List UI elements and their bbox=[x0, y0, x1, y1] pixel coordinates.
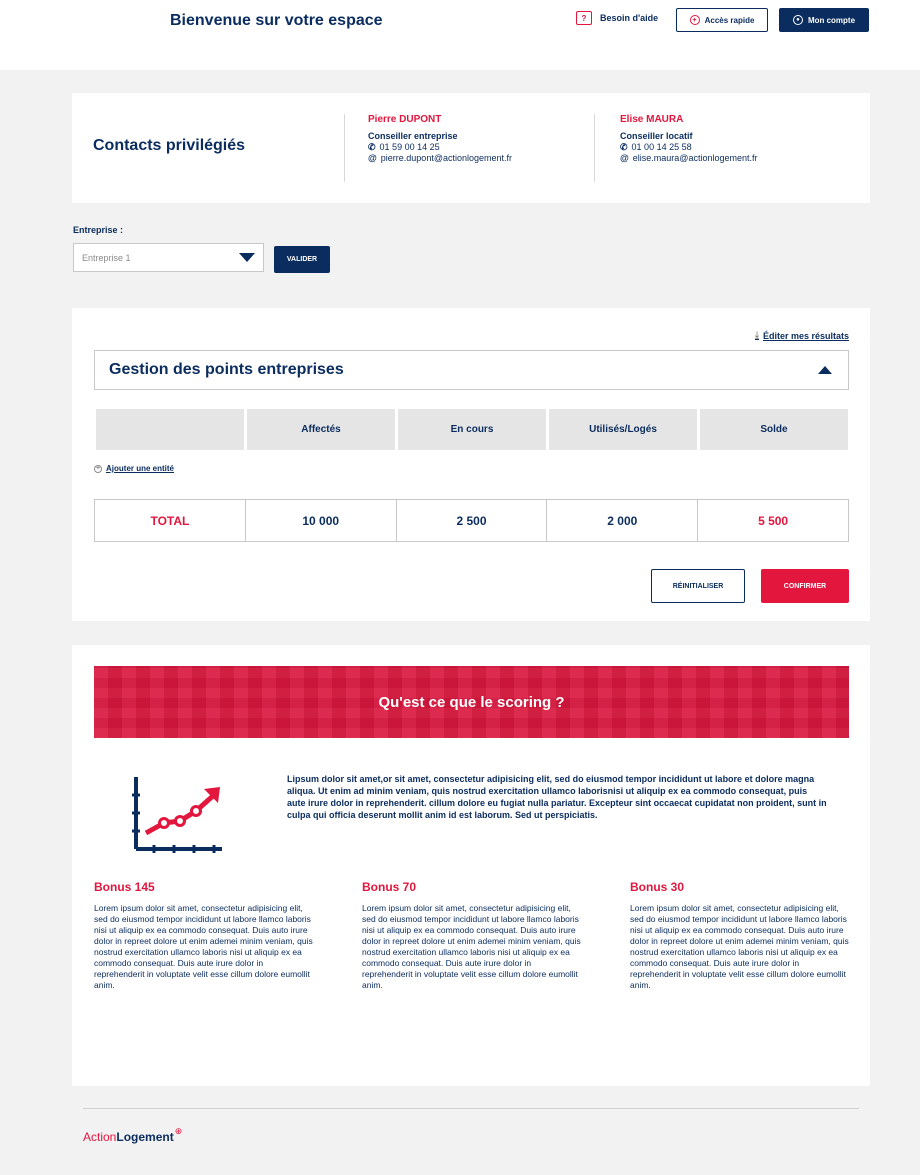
scoring-card: Qu'est ce que le scoring ? Lipsum dolor … bbox=[72, 645, 870, 1086]
total-row: TOTAL 10 000 2 500 2 000 5 500 bbox=[94, 499, 849, 542]
contact-email[interactable]: elise.maura@actionlogement.fr bbox=[633, 153, 758, 164]
confirm-button[interactable]: CONFIRMER bbox=[761, 569, 849, 603]
welcome-title: Bienvenue sur votre espace bbox=[170, 12, 383, 29]
bonus-text: Lorem ipsum dolor sit amet, consectetur … bbox=[94, 903, 313, 990]
total-label: TOTAL bbox=[95, 500, 246, 541]
edit-results-link[interactable]: ⤓ Éditer mes résultats bbox=[755, 330, 849, 341]
plus-circle-icon: + bbox=[94, 464, 102, 473]
bonus-text: Lorem ipsum dolor sit amet, consectetur … bbox=[362, 903, 581, 990]
contact-email[interactable]: pierre.dupont@actionlogement.fr bbox=[381, 153, 512, 164]
scoring-intro-text: Lipsum dolor sit amet,or sit amet, conse… bbox=[287, 774, 827, 820]
download-icon: ⤓ bbox=[754, 330, 759, 340]
footer-divider bbox=[83, 1108, 859, 1109]
at-icon: @ bbox=[620, 153, 629, 163]
total-solde: 5 500 bbox=[758, 513, 789, 528]
contact-phone-row: ✆ 01 00 14 25 58 bbox=[620, 142, 757, 153]
help-link[interactable]: ? Besoin d'aide bbox=[576, 11, 658, 25]
contact-email-row[interactable]: @ pierre.dupont@actionlogement.fr bbox=[368, 153, 512, 164]
help-icon: ? bbox=[576, 11, 592, 25]
add-entity-label: Ajouter une entité bbox=[106, 464, 175, 473]
column-header-en-cours: En cours bbox=[398, 409, 546, 450]
plus-circle-icon: + bbox=[689, 15, 700, 25]
bonus-title: Bonus 145 bbox=[94, 880, 155, 894]
scoring-banner-title: Qu'est ce que le scoring ? bbox=[378, 693, 565, 711]
bonus-block: Bonus 70 Lorem ipsum dolor sit amet, con… bbox=[362, 880, 582, 991]
logo-mark-icon: ⊕ bbox=[174, 1126, 183, 1136]
total-en-cours: 2 500 bbox=[397, 500, 548, 541]
contacts-title: Contacts privilégiés bbox=[93, 137, 246, 154]
edit-results-label: Éditer mes résultats bbox=[762, 330, 849, 341]
gestion-title: Gestion des points entreprises bbox=[109, 361, 344, 378]
contacts-card: Contacts privilégiés Pierre DUPONT Conse… bbox=[72, 93, 870, 203]
my-account-label: Mon compte bbox=[807, 15, 856, 25]
bonus-text: Lorem ipsum dolor sit amet, consectetur … bbox=[630, 903, 849, 990]
total-utilises: 2 000 bbox=[547, 500, 699, 541]
chevron-up-icon bbox=[818, 366, 832, 374]
entreprise-selected-value: Entreprise 1 bbox=[82, 252, 131, 263]
divider bbox=[594, 114, 595, 182]
column-header bbox=[96, 409, 244, 450]
chevron-down-icon bbox=[239, 253, 255, 262]
logo-text-logement: Logement bbox=[116, 1130, 174, 1144]
total-affectes: 10 000 bbox=[246, 500, 397, 541]
quick-access-button[interactable]: + Accès rapide bbox=[676, 8, 768, 32]
phone-icon: ✆ bbox=[368, 142, 376, 152]
growth-chart-icon bbox=[132, 777, 222, 853]
bonus-title: Bonus 30 bbox=[630, 880, 685, 894]
bonus-title: Bonus 70 bbox=[362, 880, 417, 894]
contact-role: Conseiller locatif bbox=[620, 131, 693, 141]
quick-access-label: Accès rapide bbox=[704, 15, 755, 25]
phone-icon: ✆ bbox=[620, 142, 628, 152]
scoring-banner: Qu'est ce que le scoring ? bbox=[94, 666, 849, 738]
entreprise-select[interactable]: Entreprise 1 bbox=[73, 243, 264, 272]
table-header: Affectés En cours Utilisés/Logés Solde bbox=[96, 409, 848, 450]
add-entity-link[interactable]: + Ajouter une entité bbox=[94, 464, 174, 473]
divider bbox=[344, 114, 345, 182]
reset-button[interactable]: RÉINITIALISER bbox=[651, 569, 745, 603]
at-icon: @ bbox=[368, 153, 377, 163]
contact-phone: 01 00 14 25 58 bbox=[631, 142, 692, 152]
contact-email-row[interactable]: @ elise.maura@actionlogement.fr bbox=[620, 153, 757, 164]
action-logement-logo[interactable]: Action Logement ⊕ bbox=[83, 1126, 182, 1144]
contact-phone-row: ✆ 01 59 00 14 25 bbox=[368, 142, 512, 153]
top-header: Bienvenue sur votre espace ? Besoin d'ai… bbox=[0, 0, 920, 70]
validate-button[interactable]: VALIDER bbox=[274, 246, 330, 273]
my-account-button[interactable]: ● Mon compte bbox=[779, 8, 869, 32]
help-label: Besoin d'aide bbox=[600, 13, 659, 23]
logo-text-action: Action bbox=[83, 1130, 117, 1144]
column-header-affectes: Affectés bbox=[247, 409, 395, 450]
contact-card-2: Elise MAURA Conseiller locatif ✆ 01 00 1… bbox=[620, 114, 757, 164]
entreprise-label: Entreprise : bbox=[73, 225, 124, 235]
gestion-card: ⤓ Éditer mes résultats Gestion des point… bbox=[72, 308, 870, 621]
bonus-block: Bonus 145 Lorem ipsum dolor sit amet, co… bbox=[94, 880, 314, 991]
column-header-utilises: Utilisés/Logés bbox=[549, 409, 697, 450]
bonus-block: Bonus 30 Lorem ipsum dolor sit amet, con… bbox=[630, 880, 850, 991]
gestion-accordion-header[interactable]: Gestion des points entreprises bbox=[94, 350, 849, 390]
contact-phone: 01 59 00 14 25 bbox=[379, 142, 440, 152]
contact-role: Conseiller entreprise bbox=[368, 131, 458, 141]
user-circle-icon: ● bbox=[792, 15, 803, 25]
column-header-solde: Solde bbox=[700, 409, 848, 450]
contact-name: Elise MAURA bbox=[620, 114, 684, 125]
contact-card-1: Pierre DUPONT Conseiller entreprise ✆ 01… bbox=[368, 114, 512, 164]
contact-name: Pierre DUPONT bbox=[368, 114, 442, 125]
